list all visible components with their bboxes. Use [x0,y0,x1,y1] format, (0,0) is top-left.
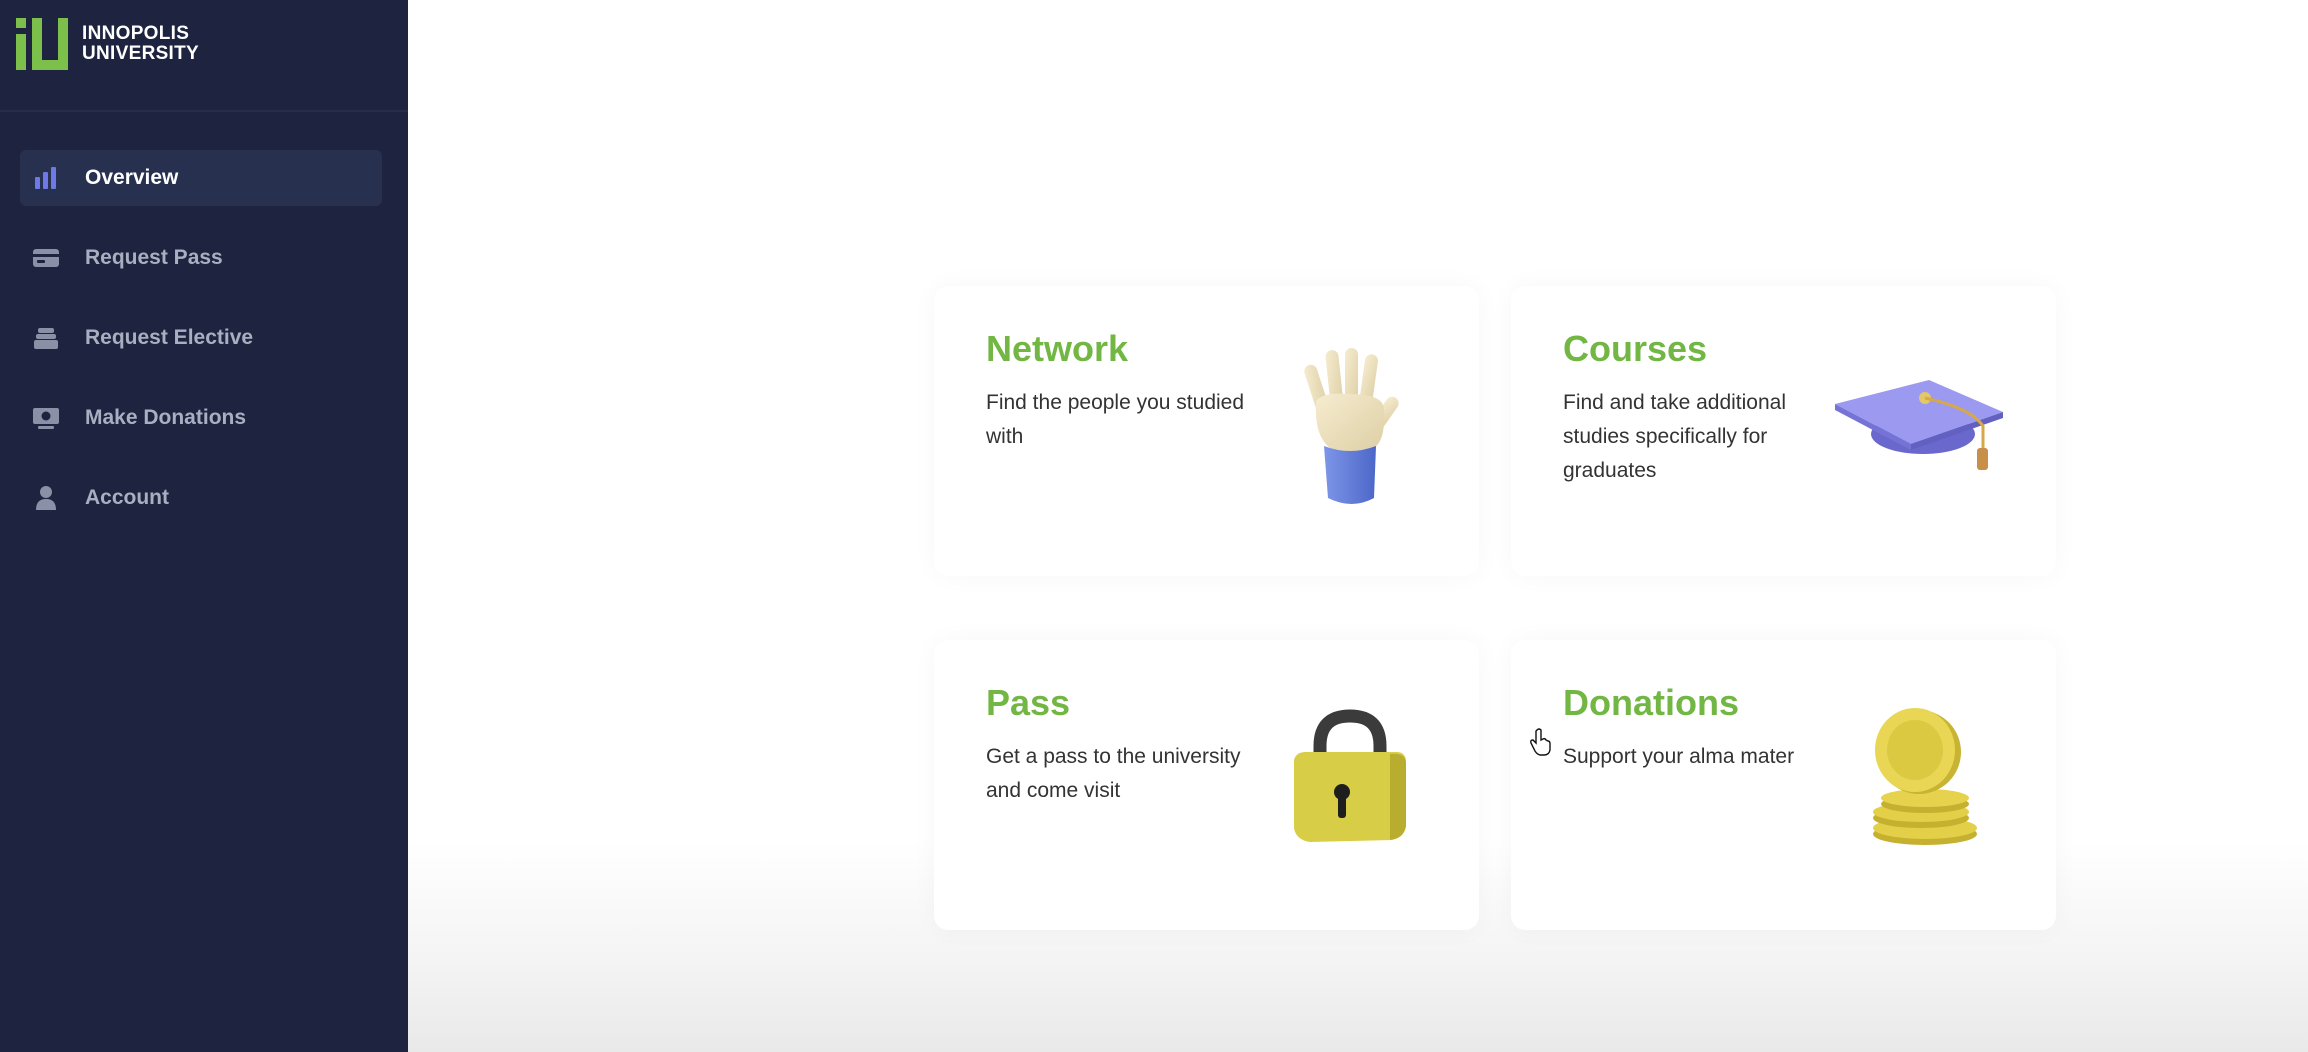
bar-chart-icon [32,164,60,192]
card-title: Donations [1563,682,1739,723]
network-card[interactable]: Network Find the people you studied with [934,286,1479,576]
card-icon [32,244,60,272]
logo-line-1: INNOPOLIS [82,23,190,44]
card-description: Get a pass to the university and come vi… [986,745,1241,802]
sidebar-divider [0,110,408,112]
sidebar-item-label: Request Pass [85,246,223,269]
sidebar-item-label: Account [85,486,169,509]
card-description: Support your alma mater [1563,745,1795,768]
stack-icon [32,324,60,352]
coins-image [1873,708,1977,845]
user-icon [32,484,60,512]
sidebar-item-request-pass[interactable]: Request Pass [20,230,382,286]
padlock-image [1294,709,1406,842]
sidebar-item-account[interactable]: Account [20,470,382,526]
logo-mark-icon [16,18,68,70]
donations-card[interactable]: Donations Support your alma mater [1511,640,2056,930]
hand-cursor-icon [1530,728,1551,756]
sidebar-item-label: Make Donations [85,406,247,429]
logo-text: INNOPOLIS UNIVERSITY [82,24,199,64]
sidebar: INNOPOLIS UNIVERSITY Overview Request Pa… [0,0,408,1052]
main-content: Network Find the people you studied with [408,0,2308,1052]
sidebar-item-request-elective[interactable]: Request Elective [20,310,382,366]
sidebar-item-make-donations[interactable]: Make Donations [20,390,382,446]
graduation-cap-image [1835,380,2003,470]
waving-hand-image [1304,348,1399,504]
courses-card[interactable]: Courses Find and take additional studies… [1511,286,2056,576]
logo-line-2: UNIVERSITY [82,43,200,64]
pass-card[interactable]: Pass Get a pass to the university and co… [934,640,1479,930]
sidebar-item-label: Request Elective [85,326,254,349]
card-title: Courses [1563,328,1708,369]
university-logo[interactable]: INNOPOLIS UNIVERSITY [16,18,199,70]
card-title: Network [986,328,1129,369]
card-title: Pass [986,682,1071,723]
sidebar-item-overview[interactable]: Overview [20,150,382,206]
card-description: Find and take additional studies specifi… [1563,391,1786,482]
banknote-icon [32,404,60,432]
card-description: Find the people you studied with [986,391,1245,448]
sidebar-item-label: Overview [85,166,179,189]
